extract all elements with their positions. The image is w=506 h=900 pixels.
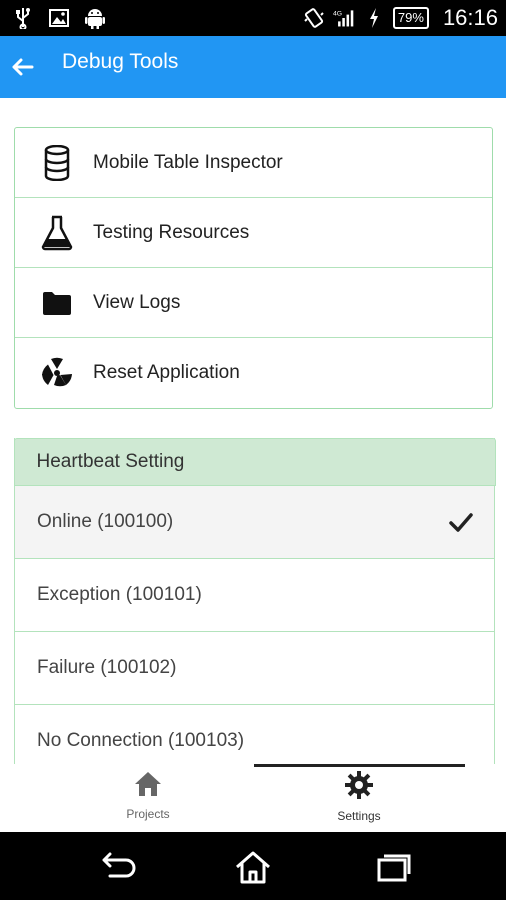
option-label: Online (100100) [37,511,174,532]
nav-settings[interactable]: Settings [299,770,419,823]
radiation-icon [37,353,77,393]
page-title: Debug Tools [62,50,179,73]
section-title: Heartbeat Setting [36,451,185,472]
gear-icon [344,771,374,804]
charging-icon [363,6,385,30]
battery-level: 79% [392,7,429,29]
option-label: Failure (100102) [37,657,177,678]
nav-label: Projects [126,807,170,821]
heartbeat-option-no-connection[interactable]: No Connection (100103) [15,705,494,764]
android-icon [84,6,106,30]
nav-label: Settings [337,809,381,823]
system-back-icon[interactable] [96,850,136,884]
signal-icon: 4G [333,6,355,30]
tool-label: Testing Resources [93,221,250,243]
checkmark-icon [448,510,474,536]
debug-tools-list: Mobile Table Inspector Testing Resources… [14,127,493,409]
app-bar: Debug Tools [0,36,506,98]
nav-projects[interactable]: Projects [88,770,208,821]
heartbeat-option-online[interactable]: Online (100100) [15,486,494,559]
heartbeat-setting-section: Heartbeat Setting Online (100100) Except… [13,438,496,764]
tool-view-logs[interactable]: View Logs [15,268,492,338]
back-arrow-icon[interactable] [8,52,38,82]
tool-label: Reset Application [93,361,240,383]
flask-icon [37,213,77,253]
heartbeat-option-failure[interactable]: Failure (100102) [15,632,494,705]
active-tab-indicator [254,764,465,767]
database-icon [37,143,77,183]
status-bar: 4G 79% 16:16 [0,0,506,36]
image-icon [48,6,70,30]
usb-icon [12,6,34,30]
option-label: No Connection (100103) [37,730,245,751]
home-icon [133,772,163,802]
system-home-icon[interactable] [233,850,273,884]
network-label: 4G [333,10,342,17]
content-area[interactable]: Mobile Table Inspector Testing Resources… [0,98,506,764]
bottom-navigation: Projects Settings [0,764,506,832]
tool-testing-resources[interactable]: Testing Resources [15,198,492,268]
tool-label: View Logs [93,291,181,313]
folder-icon [37,283,77,323]
option-label: Exception (100101) [37,584,202,605]
tool-reset-application[interactable]: Reset Application [15,338,492,407]
tool-mobile-table-inspector[interactable]: Mobile Table Inspector [15,128,492,198]
system-navigation-bar [0,832,506,900]
heartbeat-option-exception[interactable]: Exception (100101) [15,559,494,632]
vibrate-icon [303,6,325,30]
tool-label: Mobile Table Inspector [93,151,283,173]
system-recents-icon[interactable] [374,850,414,884]
section-header: Heartbeat Setting [13,438,496,486]
clock: 16:16 [442,5,498,30]
